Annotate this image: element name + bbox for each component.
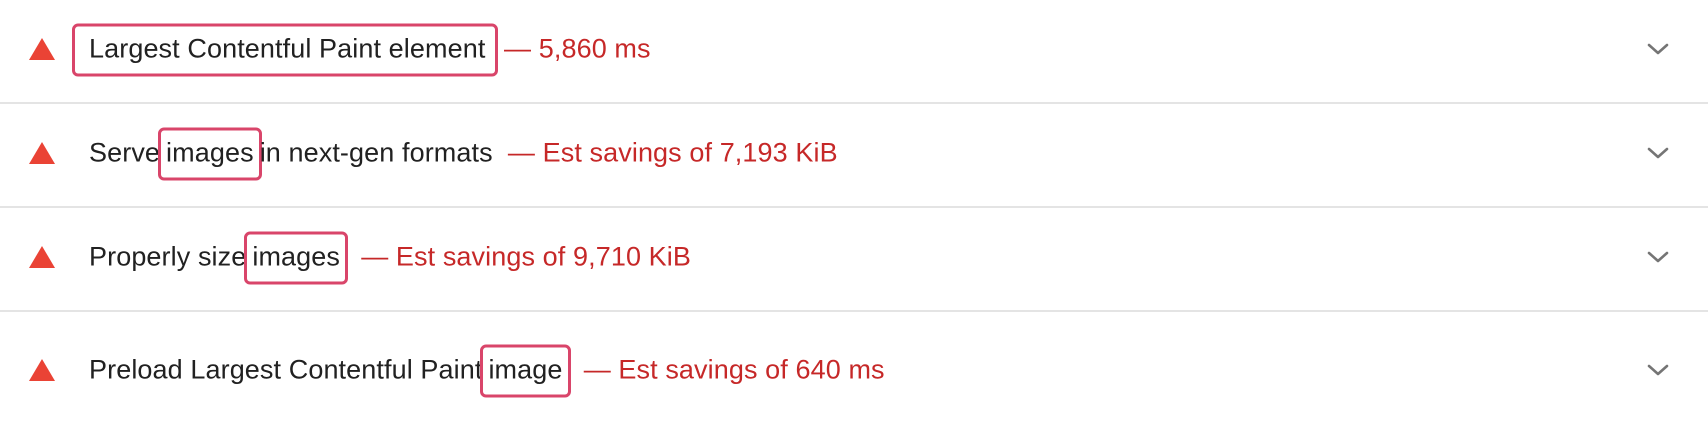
audit-title-highlight: image <box>480 344 571 398</box>
audit-display-value: — 5,860 ms <box>496 33 651 64</box>
audit-title-pre: Serve <box>89 137 161 168</box>
audit-title-post <box>346 242 354 272</box>
fail-triangle-icon <box>28 245 56 269</box>
audit-display-value: — Est savings of 640 ms <box>576 354 885 385</box>
chevron-down-icon[interactable] <box>1646 249 1670 265</box>
audit-display-value: — Est savings of 9,710 KiB <box>353 241 691 272</box>
audit-title: Largest Contentful Paint element — 5,860… <box>71 23 651 77</box>
audit-title-highlight: images <box>158 127 262 181</box>
chevron-down-icon[interactable] <box>1646 362 1670 378</box>
audit-row-next-gen-formats[interactable]: Serve images in next-gen formats — Est sav… <box>0 104 1708 208</box>
fail-triangle-icon <box>28 358 56 382</box>
chevron-down-icon[interactable] <box>1646 145 1670 161</box>
audit-title-post: in next-gen formats <box>259 137 501 168</box>
audit-row-preload-lcp-image[interactable]: Preload Largest Contentful Paint image — … <box>0 312 1708 432</box>
audit-list: Largest Contentful Paint element — 5,860… <box>0 0 1708 432</box>
audit-row-properly-size-images[interactable]: Properly size images — Est savings of 9,7… <box>0 208 1708 312</box>
audit-title-highlight: Largest Contentful Paint element <box>71 23 499 77</box>
fail-triangle-icon <box>28 141 56 165</box>
audit-title-post <box>569 355 577 385</box>
fail-triangle-icon <box>28 37 56 61</box>
audit-title: Preload Largest Contentful Paint image — … <box>89 344 885 398</box>
audit-row-lcp-element[interactable]: Largest Contentful Paint element — 5,860… <box>0 0 1708 104</box>
audit-title-pre: Properly size <box>89 241 247 272</box>
chevron-down-icon[interactable] <box>1646 41 1670 57</box>
audit-title: Properly size images — Est savings of 9,7… <box>89 231 691 285</box>
audit-title-pre: Preload Largest Contentful Paint <box>89 354 483 385</box>
audit-title-highlight: images <box>244 231 348 285</box>
audit-title: Serve images in next-gen formats — Est sav… <box>89 127 838 181</box>
audit-display-value: — Est savings of 7,193 KiB <box>500 137 838 168</box>
